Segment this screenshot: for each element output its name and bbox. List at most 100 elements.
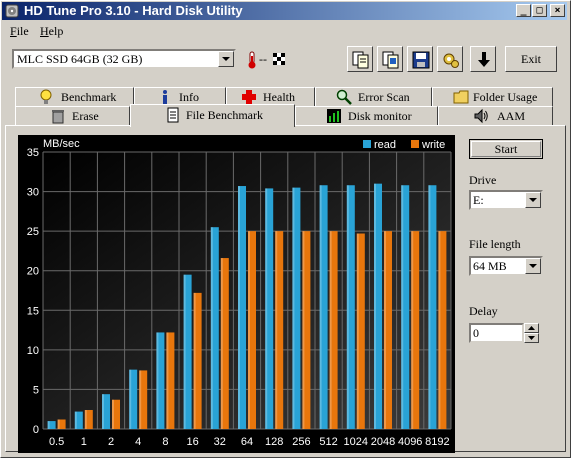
tab-folder-usage[interactable]: Folder Usage bbox=[432, 87, 553, 106]
bar-highlight bbox=[329, 231, 332, 429]
bar-highlight bbox=[292, 187, 295, 429]
menu-help[interactable]: Help bbox=[40, 24, 63, 39]
exit-button[interactable]: Exit bbox=[505, 46, 557, 72]
delay-spinner[interactable]: 0 bbox=[469, 323, 539, 343]
save-button[interactable] bbox=[407, 46, 433, 72]
spinner-down-button[interactable] bbox=[524, 333, 539, 343]
options-icon bbox=[443, 53, 459, 68]
maximize-button[interactable]: □ bbox=[532, 4, 547, 17]
bar-highlight bbox=[156, 332, 159, 429]
bar-highlight bbox=[346, 185, 349, 429]
y-tick-label: 10 bbox=[27, 345, 39, 357]
x-tick-label: 0.5 bbox=[49, 436, 64, 448]
y-tick-label: 30 bbox=[27, 187, 39, 199]
bar-highlight bbox=[57, 419, 60, 429]
start-button[interactable]: Start bbox=[469, 139, 543, 159]
tab-file-benchmark[interactable]: File Benchmark bbox=[130, 104, 295, 127]
bar-highlight bbox=[220, 258, 223, 429]
file-length-label: File length bbox=[469, 237, 521, 251]
x-tick-label: 4 bbox=[135, 436, 141, 448]
bar-highlight bbox=[74, 411, 77, 429]
bar-chart-icon bbox=[327, 109, 341, 123]
x-tick-label: 4096 bbox=[398, 436, 422, 448]
x-tick-label: 2 bbox=[108, 436, 114, 448]
bar-highlight bbox=[319, 185, 322, 429]
trash-icon bbox=[52, 110, 64, 124]
temperature-value: -- bbox=[259, 52, 267, 66]
bar-highlight bbox=[210, 227, 213, 429]
window-title: HD Tune Pro 3.10 - Hard Disk Utility bbox=[24, 3, 243, 18]
drive-letter-select[interactable]: E: bbox=[469, 190, 543, 210]
chevron-down-icon[interactable] bbox=[218, 51, 234, 67]
bar-highlight bbox=[183, 274, 186, 429]
x-tick-label: 8 bbox=[162, 436, 168, 448]
delay-input[interactable]: 0 bbox=[469, 323, 524, 343]
health-cross-icon bbox=[242, 90, 256, 104]
thermometer-icon bbox=[248, 51, 256, 69]
document-icon bbox=[167, 107, 179, 123]
y-tick-label: 0 bbox=[33, 424, 39, 436]
bar-highlight bbox=[47, 421, 50, 429]
bar-highlight bbox=[248, 231, 250, 429]
x-tick-label: 256 bbox=[292, 436, 310, 448]
start-button-label: Start bbox=[471, 141, 541, 157]
bar-highlight bbox=[438, 231, 441, 429]
drive-select[interactable]: MLC SSD 64GB (32 GB) bbox=[12, 49, 236, 69]
hdtune-disk-icon bbox=[5, 4, 19, 18]
bar-highlight bbox=[84, 410, 87, 429]
unit-toggle-icon[interactable] bbox=[273, 53, 285, 65]
chevron-down-icon bbox=[528, 336, 535, 340]
delay-label: Delay bbox=[469, 304, 498, 318]
x-tick-label: 128 bbox=[265, 436, 283, 448]
file-length-select[interactable]: 64 MB bbox=[469, 256, 543, 276]
bar-highlight bbox=[275, 231, 278, 429]
x-tick-label: 2048 bbox=[371, 436, 395, 448]
bar-highlight bbox=[428, 185, 431, 429]
chevron-down-icon[interactable] bbox=[525, 192, 541, 208]
drive-label: Drive bbox=[469, 173, 497, 187]
tab-disk-monitor[interactable]: Disk monitor bbox=[295, 106, 438, 125]
x-tick-label: 32 bbox=[214, 436, 226, 448]
drive-select-value: MLC SSD 64GB (32 GB) bbox=[17, 52, 143, 66]
spinner-up-button[interactable] bbox=[524, 323, 539, 333]
bulb-icon bbox=[40, 89, 52, 104]
bar-highlight bbox=[374, 183, 376, 429]
copy-screenshot-icon bbox=[382, 51, 399, 69]
tab-erase[interactable]: Erase bbox=[15, 106, 130, 125]
bar-highlight bbox=[102, 394, 104, 429]
close-button[interactable]: × bbox=[550, 4, 565, 17]
bar-highlight bbox=[139, 370, 142, 429]
legend-swatch-read bbox=[363, 140, 371, 148]
copy-screenshot-button[interactable] bbox=[377, 46, 403, 72]
bar-highlight bbox=[238, 186, 240, 429]
bar-highlight bbox=[166, 332, 169, 429]
magnifier-icon bbox=[336, 89, 352, 105]
tab-aam[interactable]: AAM bbox=[438, 106, 553, 125]
options-button[interactable] bbox=[437, 46, 463, 72]
tab-error-scan[interactable]: Error Scan bbox=[315, 87, 432, 106]
y-tick-label: 25 bbox=[27, 226, 39, 238]
folder-icon bbox=[453, 90, 469, 104]
speaker-icon bbox=[474, 108, 488, 124]
y-tick-label: 15 bbox=[27, 305, 39, 317]
minimize-button[interactable]: _ bbox=[516, 4, 531, 17]
x-tick-label: 64 bbox=[241, 436, 253, 448]
legend-swatch-write bbox=[411, 140, 419, 148]
download-button[interactable] bbox=[470, 46, 496, 72]
bar-highlight bbox=[193, 292, 196, 429]
drive-letter-value: E: bbox=[473, 193, 484, 207]
y-tick-label: 5 bbox=[33, 384, 39, 396]
save-icon bbox=[412, 51, 430, 69]
copy-info-button[interactable] bbox=[347, 46, 373, 72]
tab-benchmark[interactable]: Benchmark bbox=[15, 87, 134, 106]
chevron-up-icon bbox=[528, 326, 535, 330]
title-bar[interactable]: HD Tune Pro 3.10 - Hard Disk Utility _ □… bbox=[2, 2, 567, 20]
chevron-down-icon[interactable] bbox=[525, 258, 541, 274]
menu-file[interactable]: File bbox=[10, 24, 29, 39]
x-tick-label: 512 bbox=[319, 436, 337, 448]
x-tick-label: 1 bbox=[81, 436, 87, 448]
bar-highlight bbox=[265, 188, 268, 429]
legend-label-write: write bbox=[421, 139, 445, 151]
bar-highlight bbox=[112, 399, 114, 429]
bar-highlight bbox=[356, 233, 359, 429]
